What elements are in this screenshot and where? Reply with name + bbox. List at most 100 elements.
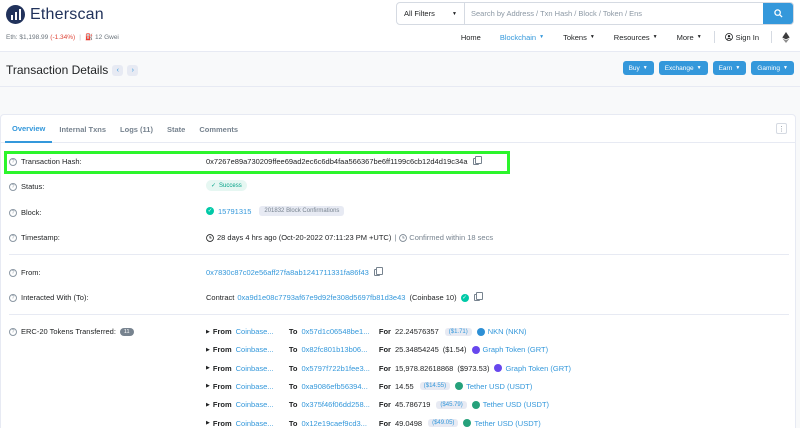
- status-badge: ✓ Success: [206, 180, 247, 191]
- transfer-from-link[interactable]: Coinbase...: [236, 382, 274, 391]
- transfer-usd-value: ($45.79): [436, 400, 467, 409]
- page-actions: Buy ▼ Exchange ▼ Earn ▼ Gaming ▼: [618, 61, 794, 75]
- nav-blockchain[interactable]: Blockchain ▼: [500, 33, 544, 42]
- check-circle-icon: ✓: [211, 183, 217, 189]
- token-transfer-row: ▶ From Coinbase... To 0x375f46f06dd258... For…: [206, 400, 550, 410]
- search-filter-select[interactable]: All Filters ▼: [397, 3, 465, 24]
- help-icon[interactable]: ?: [9, 293, 17, 302]
- to-value: Contract 0xa9d1e08c7793af67e9d92fe308d56…: [206, 292, 483, 302]
- token-transfer-row: ▶ From Coinbase... To 0x12e19caef9cd3... For 4…: [206, 418, 541, 428]
- copy-icon[interactable]: [373, 267, 383, 276]
- help-icon[interactable]: ?: [9, 327, 17, 336]
- token-logo-icon: [455, 382, 464, 391]
- token-link[interactable]: Graph Token (GRT): [505, 364, 571, 373]
- transfer-usd-value: ($14.55): [419, 382, 451, 391]
- gaming-button[interactable]: Gaming ▼: [751, 61, 794, 75]
- row-block: ? Block:: [9, 208, 41, 217]
- transfer-to-link[interactable]: 0x375f46f06dd258...: [301, 400, 369, 409]
- block-link[interactable]: 15791315: [218, 207, 251, 216]
- tab-overview[interactable]: Overview: [5, 115, 53, 143]
- copy-icon[interactable]: [473, 292, 483, 301]
- help-icon[interactable]: ?: [9, 233, 17, 242]
- erc20-count-badge: 11: [119, 327, 134, 336]
- token-link[interactable]: Tether USD (USDT): [466, 382, 532, 391]
- chevron-down-icon: ▼: [452, 10, 457, 17]
- transfer-usd-value: ($49.05): [428, 419, 459, 427]
- token-transfer-row: ▶ From Coinbase... To 0x5797f722b1fee3... For…: [206, 363, 572, 373]
- transfer-from-link[interactable]: Coinbase...: [236, 364, 274, 373]
- next-tx-button[interactable]: ›: [127, 64, 139, 76]
- token-logo-icon: [494, 364, 503, 373]
- nav-more[interactable]: More ▼: [677, 33, 702, 42]
- earn-button[interactable]: Earn ▼: [712, 61, 747, 75]
- transfer-amount: 14.55: [394, 381, 414, 391]
- token-link[interactable]: NKN (NKN): [488, 327, 527, 336]
- site-header: Etherscan Eth: $1,198.99 (-1.34%) | ⛽ 12…: [0, 0, 800, 52]
- search-input[interactable]: [465, 3, 763, 24]
- token-link[interactable]: Graph Token (GRT): [483, 345, 549, 354]
- highlight-box: [4, 151, 510, 174]
- tab-bar: Overview Internal Txns Logs (11) State C…: [1, 115, 795, 143]
- status-value: ✓ Success: [206, 180, 247, 191]
- transfer-amount: 45.786719: [394, 400, 431, 410]
- transfer-to-link[interactable]: 0x57d1c06548be1...: [301, 327, 369, 336]
- help-icon[interactable]: ?: [9, 208, 17, 217]
- caret-right-icon: ▶: [206, 401, 210, 408]
- caret-right-icon: ▶: [206, 365, 210, 372]
- row-status: ? Status:: [9, 182, 44, 191]
- timestamp-value: 28 days 4 hrs ago (Oct-20-2022 07:11:23 …: [206, 233, 493, 242]
- search-bar: All Filters ▼: [396, 2, 794, 25]
- row-erc20: ? ERC-20 Tokens Transferred: 11: [9, 327, 134, 336]
- prev-tx-button[interactable]: ‹: [112, 64, 124, 76]
- transfer-to-link[interactable]: 0x5797f722b1fee3...: [301, 364, 369, 373]
- help-icon[interactable]: ?: [9, 182, 17, 191]
- to-contract-link[interactable]: 0xa9d1e08c7793af67e9d92fe308d5697fb81d3e…: [237, 293, 405, 302]
- token-logo-icon: [471, 400, 480, 409]
- transfer-from-link[interactable]: Coinbase...: [236, 419, 274, 428]
- from-address-link[interactable]: 0x7830c87c02e56aff27fa8ab1241711331fa86f…: [206, 268, 369, 277]
- page-title: Transaction Details: [6, 63, 109, 77]
- block-value: ✓ 15791315 201832 Block Confirmations: [206, 206, 345, 216]
- chevron-down-icon: ▼: [652, 34, 658, 40]
- tab-logs[interactable]: Logs (11): [113, 115, 160, 143]
- transfer-usd-value: ($1.54): [442, 345, 467, 355]
- more-options-button[interactable]: ⋮: [776, 123, 787, 134]
- clock-icon: [399, 233, 408, 242]
- transfer-amount: 22.24576357: [394, 327, 439, 336]
- transfer-amount: 49.0498: [394, 418, 423, 428]
- ethereum-network-icon[interactable]: [782, 31, 790, 43]
- transfer-from-link[interactable]: Coinbase...: [236, 345, 274, 354]
- brand-logo[interactable]: Etherscan: [6, 5, 104, 24]
- transfer-to-link[interactable]: 0x82fc801b13b06...: [301, 345, 367, 354]
- tab-internal-txns[interactable]: Internal Txns: [52, 115, 113, 143]
- nav-home[interactable]: Home: [461, 33, 481, 42]
- clock-icon: [206, 233, 214, 242]
- transfer-from-link[interactable]: Coinbase...: [236, 327, 274, 336]
- transfer-to-link[interactable]: 0xa9086efb56394...: [301, 382, 367, 391]
- search-icon: [773, 9, 783, 18]
- transfer-from-link[interactable]: Coinbase...: [236, 400, 274, 409]
- tab-comments[interactable]: Comments: [192, 115, 245, 143]
- token-transfer-row: ▶ From Coinbase... To 0x57d1c06548be1... For 2…: [206, 327, 527, 336]
- help-icon[interactable]: ?: [9, 268, 17, 277]
- eth-price-ticker: Eth: $1,198.99 (-1.34%) | ⛽ 12 Gwei: [6, 33, 119, 42]
- transfer-amount: 15,978.82618868: [394, 363, 454, 373]
- brand-name: Etherscan: [30, 5, 104, 23]
- search-button[interactable]: [763, 3, 793, 24]
- token-logo-icon: [463, 419, 472, 427]
- token-link[interactable]: Tether USD (USDT): [483, 400, 549, 409]
- transfer-usd-value: ($1.71): [444, 327, 472, 336]
- transfer-amount: 25.34854245: [394, 345, 439, 355]
- transfer-to-link[interactable]: 0x12e19caef9cd3...: [301, 419, 366, 428]
- nav-resources[interactable]: Resources ▼: [614, 33, 658, 42]
- caret-right-icon: ▶: [206, 383, 210, 390]
- exchange-button[interactable]: Exchange ▼: [658, 61, 708, 75]
- token-link[interactable]: Tether USD (USDT): [474, 419, 540, 428]
- main-nav: Home Blockchain ▼ Tokens ▼ Resources ▼ More…: [442, 31, 790, 43]
- tab-state[interactable]: State: [160, 115, 192, 143]
- buy-button[interactable]: Buy ▼: [622, 61, 654, 75]
- confirmations-badge: 201832 Block Confirmations: [259, 206, 345, 216]
- token-logo-icon: [471, 345, 480, 354]
- nav-tokens[interactable]: Tokens ▼: [563, 33, 595, 42]
- sign-in-link[interactable]: Sign In: [724, 33, 759, 42]
